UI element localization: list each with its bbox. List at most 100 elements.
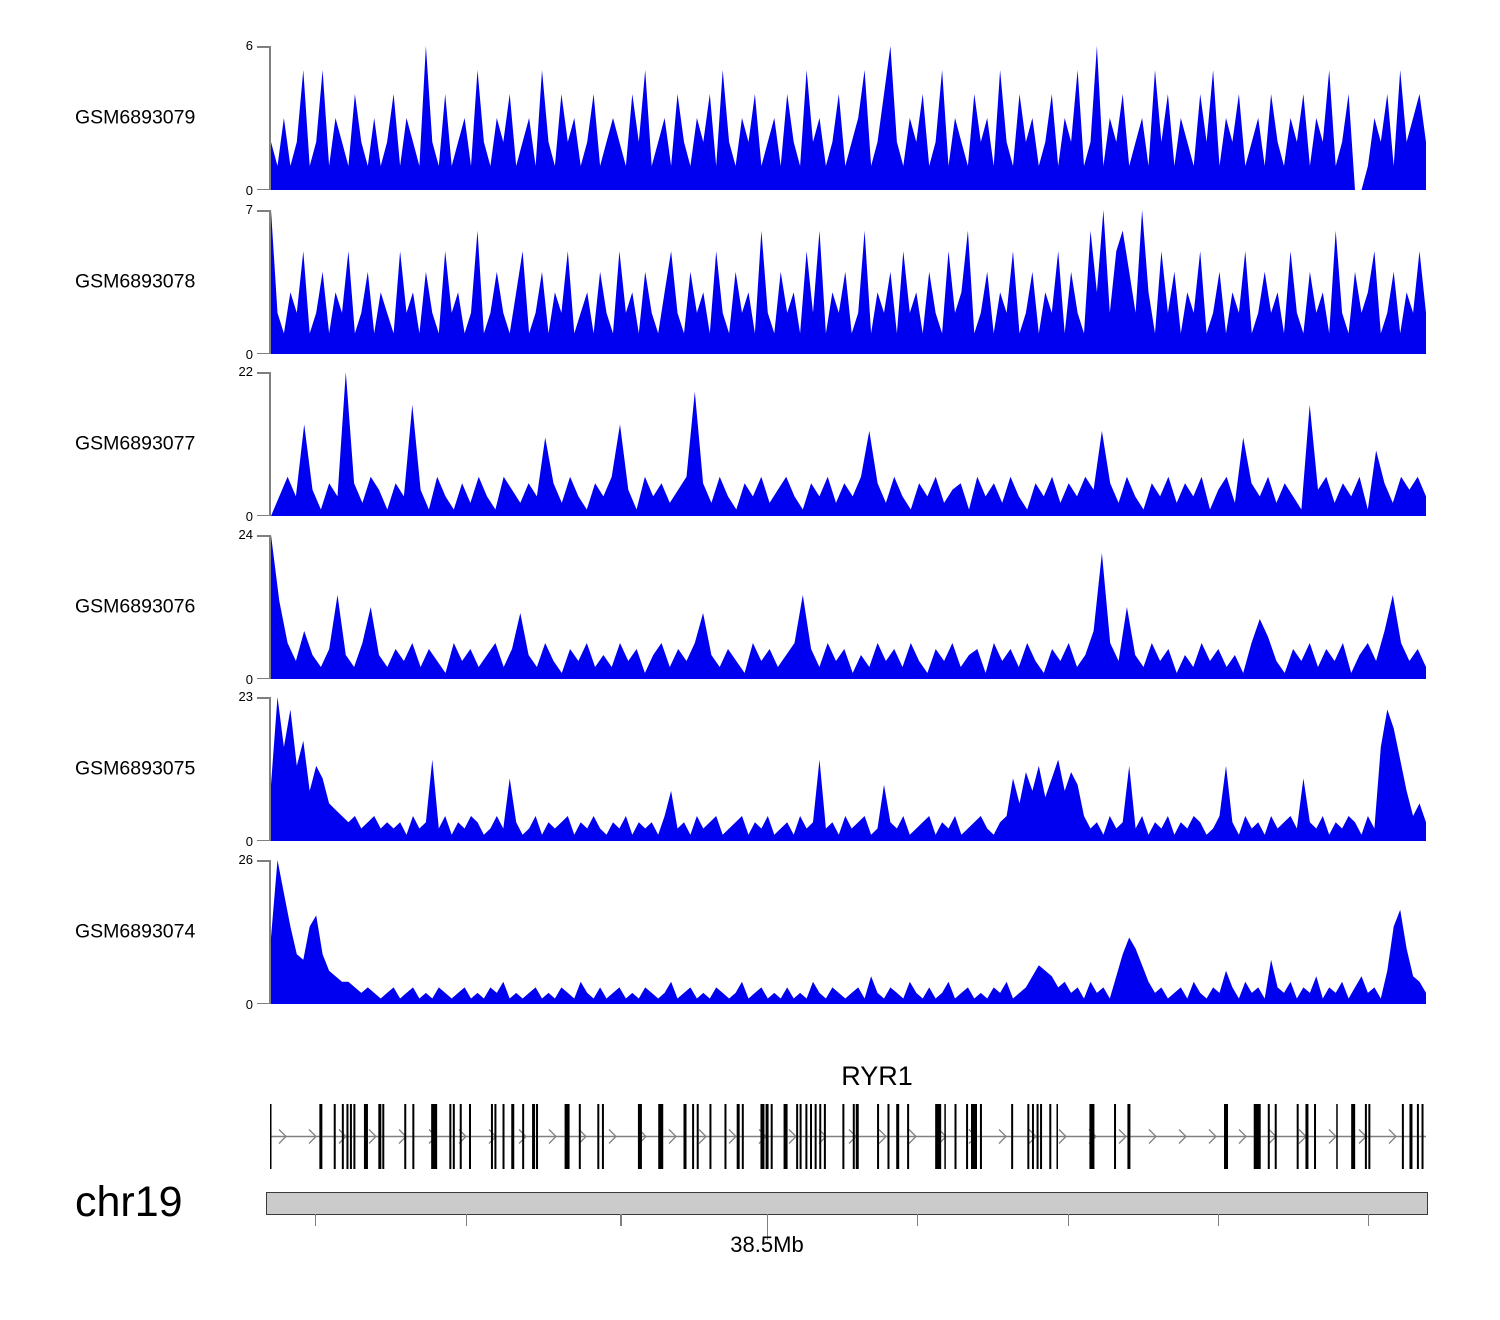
exon-bar — [342, 1104, 344, 1169]
exon-bar — [412, 1104, 414, 1169]
y-axis-tick-max — [257, 697, 269, 699]
y-axis-tick-zero — [257, 840, 269, 842]
coverage-histogram — [271, 46, 1426, 190]
exon-bar — [453, 1104, 455, 1169]
signal-track-2: GSM6893078 7 0 — [0, 210, 1500, 354]
exon-bar — [404, 1104, 406, 1169]
exon-bar — [1114, 1104, 1116, 1169]
exon-bar — [1275, 1104, 1277, 1169]
exon-bar — [319, 1104, 322, 1169]
chromosome-position-label: 38.5Mb — [730, 1232, 803, 1258]
signal-track-5: GSM6893075 23 0 — [0, 697, 1500, 841]
exon-bar — [638, 1104, 642, 1169]
chromosome-axis-tick — [315, 1214, 317, 1226]
exon-bar — [1224, 1104, 1228, 1169]
exon-bar — [334, 1104, 336, 1169]
exon-bar — [824, 1104, 826, 1169]
coverage-histogram — [271, 860, 1426, 1004]
exon-bar — [382, 1104, 384, 1169]
chromosome-axis-tick — [1218, 1214, 1220, 1226]
chromosome-axis-tick — [1068, 1214, 1070, 1226]
exon-bar — [896, 1104, 899, 1169]
chromosome-bar — [266, 1192, 1428, 1215]
y-axis-max-label: 24 — [213, 527, 253, 542]
exon-bar — [766, 1104, 769, 1169]
exon-bar — [684, 1104, 687, 1169]
track-label: GSM6893075 — [75, 758, 195, 781]
exon-bar — [724, 1104, 726, 1169]
exon-bar — [742, 1104, 744, 1169]
track-label: GSM6893074 — [75, 921, 195, 944]
exon-bar — [378, 1104, 381, 1169]
exon-bar — [980, 1104, 982, 1169]
exon-bar — [856, 1104, 859, 1169]
exon-bar — [602, 1104, 604, 1169]
exon-bar — [522, 1104, 524, 1169]
y-axis-tick-zero — [257, 189, 269, 191]
exon-bar — [971, 1104, 977, 1169]
exon-bar — [511, 1104, 514, 1169]
y-axis-zero-label: 0 — [213, 997, 253, 1012]
exon-bar — [1056, 1104, 1058, 1169]
coverage-histogram — [271, 535, 1426, 679]
coverage-histogram — [271, 210, 1426, 354]
chromosome-axis-tick — [917, 1214, 919, 1226]
y-axis-max-label: 6 — [213, 38, 253, 53]
exon-bar — [460, 1104, 462, 1169]
exon-bar — [350, 1104, 352, 1169]
exon-bar — [784, 1104, 788, 1169]
y-axis-max-label: 23 — [213, 689, 253, 704]
exon-bar — [536, 1104, 538, 1169]
exon-bar — [364, 1104, 368, 1169]
exon-bar — [532, 1104, 535, 1169]
exon-bar — [709, 1104, 711, 1169]
exon-bar — [1049, 1104, 1051, 1169]
exon-bar — [771, 1104, 773, 1169]
exon-bar — [1037, 1104, 1039, 1169]
exon-bar — [431, 1104, 437, 1169]
y-axis-tick-max — [257, 210, 269, 212]
exon-bar — [1417, 1104, 1419, 1169]
exon-bar — [353, 1104, 355, 1169]
exon-bar — [1402, 1104, 1404, 1169]
y-axis-tick-zero — [257, 678, 269, 680]
exon-bar — [503, 1104, 505, 1169]
exon-bar — [810, 1104, 812, 1169]
track-label: GSM6893079 — [75, 107, 195, 130]
gene-name-label: RYR1 — [841, 1061, 913, 1092]
exon-bar — [1011, 1104, 1013, 1169]
exon-bar — [1127, 1104, 1130, 1169]
y-axis-max-label: 22 — [213, 364, 253, 379]
exon-bar — [597, 1104, 599, 1169]
y-axis-tick-zero — [257, 353, 269, 355]
exon-bar — [1422, 1104, 1424, 1169]
exon-bar — [853, 1104, 855, 1169]
exon-bar — [469, 1104, 471, 1169]
exon-bar — [1254, 1104, 1261, 1169]
y-axis-zero-label: 0 — [213, 347, 253, 362]
exon-bar — [796, 1104, 798, 1169]
signal-track-1: GSM6893079 6 0 — [0, 46, 1500, 190]
exon-bar — [449, 1104, 451, 1169]
exon-bar — [1032, 1104, 1034, 1169]
exon-bar — [966, 1104, 968, 1169]
coverage-histogram — [271, 697, 1426, 841]
coverage-histogram — [271, 372, 1426, 516]
exon-bar — [737, 1104, 740, 1169]
y-axis-zero-label: 0 — [213, 834, 253, 849]
track-label: GSM6893076 — [75, 596, 195, 619]
y-axis-zero-label: 0 — [213, 509, 253, 524]
exon-bar — [1268, 1104, 1270, 1169]
exon-bar — [815, 1104, 817, 1169]
exon-bar — [692, 1104, 694, 1169]
y-axis-tick-zero — [257, 1003, 269, 1005]
exon-bar — [944, 1104, 946, 1169]
exon-bar — [819, 1104, 821, 1169]
signal-track-4: GSM6893076 24 0 — [0, 535, 1500, 679]
y-axis-tick-max — [257, 535, 269, 537]
y-axis-tick-max — [257, 860, 269, 862]
chromosome-axis-tick — [620, 1214, 622, 1226]
exon-bar — [1027, 1104, 1029, 1169]
exon-bar — [494, 1104, 496, 1169]
track-label: GSM6893078 — [75, 271, 195, 294]
